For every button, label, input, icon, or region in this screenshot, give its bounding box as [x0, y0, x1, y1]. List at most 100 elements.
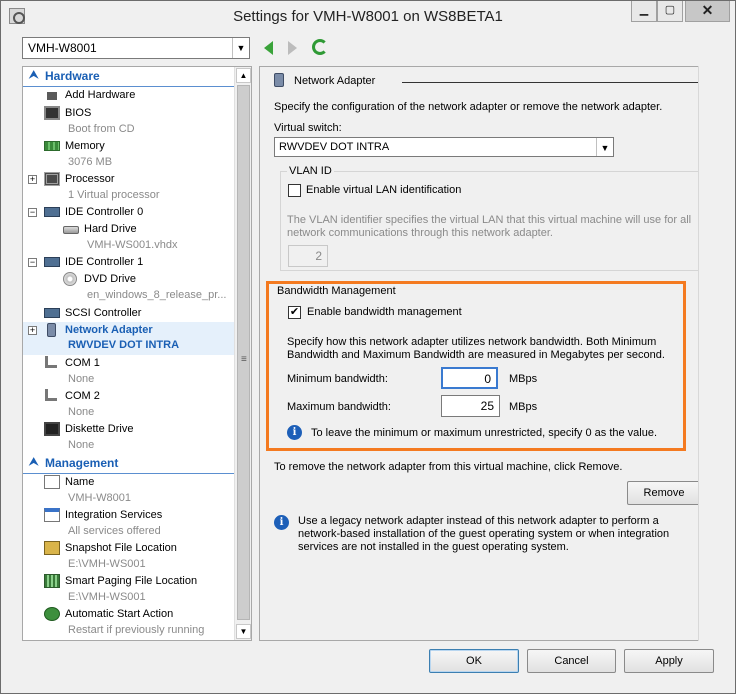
- automatic-start-icon: [44, 607, 60, 621]
- virtual-switch-select[interactable]: RWVDEV DOT INTRA ▼: [274, 137, 614, 157]
- apply-button[interactable]: Apply: [624, 649, 714, 673]
- vlan-help-line-1: The VLAN identifier specifies the virtua…: [287, 214, 692, 226]
- ok-button[interactable]: OK: [429, 649, 519, 673]
- name-icon: [44, 475, 60, 489]
- bandwidth-description-line-2: Bandwidth and Maximum Bandwidth are meas…: [287, 349, 665, 361]
- back-arrow-icon[interactable]: [264, 41, 273, 55]
- tree-item-automatic-start-action[interactable]: Automatic Start Action Restart if previo…: [23, 606, 235, 639]
- remove-instructions: To remove the network adapter from this …: [274, 461, 623, 473]
- settings-tree: ⮝ Hardware Add Hardware BIOS Boot from C…: [22, 66, 252, 641]
- legacy-adapter-line-1: Use a legacy network adapter instead of …: [298, 515, 659, 527]
- ide-controller-icon: [44, 257, 60, 267]
- tree-item-com-2[interactable]: COM 2 None: [23, 388, 235, 421]
- smart-paging-icon: [44, 574, 60, 588]
- bandwidth-group: Bandwidth Management ✔ Enable bandwidth …: [274, 285, 698, 449]
- collapse-icon: ⮝: [29, 456, 39, 468]
- vlan-id-input[interactable]: 2: [288, 245, 328, 267]
- expand-icon[interactable]: +: [28, 326, 37, 335]
- scroll-down-icon[interactable]: ▼: [236, 624, 251, 639]
- ide-controller-icon: [44, 207, 60, 217]
- bios-icon: [44, 106, 60, 120]
- vlan-checkbox-label[interactable]: Enable virtual LAN identification: [306, 184, 461, 196]
- tree-item-hard-drive[interactable]: Hard Drive VMH-WS001.vhdx: [23, 221, 235, 254]
- virtual-switch-value: RWVDEV DOT INTRA: [279, 141, 390, 153]
- legacy-adapter-line-3: services are not installed in the guest …: [298, 541, 569, 553]
- expand-icon[interactable]: +: [28, 175, 37, 184]
- tree-item-ide-controller-0[interactable]: − IDE Controller 0: [23, 204, 235, 221]
- tree-item-network-adapter[interactable]: + Network Adapter RWVDEV DOT INTRA: [23, 322, 235, 355]
- cancel-button[interactable]: Cancel: [527, 649, 616, 673]
- tree-item-bios[interactable]: BIOS Boot from CD: [23, 105, 235, 138]
- dvd-drive-icon: [63, 272, 77, 286]
- vm-selector-value: VMH-W8001: [28, 41, 97, 55]
- tree-item-ide-controller-1[interactable]: − IDE Controller 1: [23, 254, 235, 271]
- forward-arrow-icon[interactable]: [288, 41, 297, 55]
- settings-window: Settings for VMH-W8001 on WS8BETA1 ▁ ▢ ✕…: [0, 0, 736, 694]
- com-port-icon: [45, 389, 57, 401]
- bandwidth-legend: Bandwidth Management: [277, 285, 396, 297]
- vlan-checkbox[interactable]: [288, 184, 301, 197]
- scsi-controller-icon: [44, 308, 60, 318]
- legacy-adapter-line-2: network-based installation of the guest …: [298, 528, 670, 540]
- chevron-down-icon[interactable]: ▼: [596, 138, 613, 156]
- maximize-button[interactable]: ▢: [657, 1, 683, 22]
- vlan-group: VLAN ID Enable virtual LAN identificatio…: [280, 165, 702, 271]
- virtual-switch-label: Virtual switch:: [274, 122, 342, 134]
- automatic-stop-icon: [44, 640, 60, 641]
- tree-item-name[interactable]: Name VMH-W8001: [23, 474, 235, 507]
- refresh-icon[interactable]: [312, 39, 328, 55]
- divider: [402, 82, 706, 83]
- chevron-down-icon[interactable]: ▼: [232, 38, 249, 58]
- tree-item-com-1[interactable]: COM 1 None: [23, 355, 235, 388]
- title-bar: Settings for VMH-W8001 on WS8BETA1 ▁ ▢ ✕: [1, 1, 735, 32]
- collapse-icon[interactable]: −: [28, 258, 37, 267]
- hardware-section-header[interactable]: ⮝ Hardware: [23, 69, 235, 87]
- minimum-bandwidth-input[interactable]: 0: [441, 367, 498, 389]
- tree-item-automatic-stop-action[interactable]: [23, 639, 235, 641]
- tree-item-diskette-drive[interactable]: Diskette Drive None: [23, 421, 235, 454]
- tree-item-integration-services[interactable]: Integration Services All services offere…: [23, 507, 235, 540]
- integration-services-icon: [44, 508, 60, 522]
- com-port-icon: [45, 356, 57, 368]
- network-adapter-icon: [274, 73, 284, 87]
- processor-icon: [44, 172, 60, 186]
- collapse-icon: ⮝: [29, 69, 39, 81]
- snapshot-location-icon: [44, 541, 60, 555]
- tree-item-smart-paging-file-location[interactable]: Smart Paging File Location E:\VMH-WS001: [23, 573, 235, 606]
- scrollbar-thumb[interactable]: ≡: [237, 85, 250, 620]
- minimize-button[interactable]: ▁: [631, 1, 657, 22]
- memory-icon: [44, 141, 60, 151]
- remove-button[interactable]: Remove: [627, 481, 701, 505]
- grip-icon: ≡: [241, 354, 247, 365]
- tree-item-snapshot-file-location[interactable]: Snapshot File Location E:\VMH-WS001: [23, 540, 235, 573]
- bandwidth-description-line-1: Specify how this network adapter utilize…: [287, 336, 657, 348]
- close-button[interactable]: ✕: [685, 1, 730, 22]
- tree-item-scsi-controller[interactable]: SCSI Controller: [23, 305, 235, 322]
- hard-drive-icon: [63, 226, 79, 234]
- vm-selector[interactable]: VMH-W8001 ▼: [22, 37, 250, 59]
- settings-detail-panel: Network Adapter Specify the configuratio…: [259, 66, 715, 641]
- minimum-bandwidth-label: Minimum bandwidth:: [287, 373, 388, 385]
- diskette-drive-icon: [44, 422, 60, 436]
- vlan-legend: VLAN ID: [287, 165, 334, 177]
- panel-description: Specify the configuration of the network…: [274, 101, 663, 113]
- tree-scrollbar[interactable]: ▲ ≡ ▼: [234, 67, 251, 640]
- window-title: Settings for VMH-W8001 on WS8BETA1: [233, 8, 503, 25]
- maximum-bandwidth-input[interactable]: 25: [441, 395, 500, 417]
- info-icon: i: [287, 425, 302, 440]
- management-section-header[interactable]: ⮝ Management: [23, 456, 235, 474]
- panel-scrollbar[interactable]: [698, 66, 715, 641]
- vlan-help-line-2: network communications through this netw…: [287, 227, 553, 239]
- collapse-icon[interactable]: −: [28, 208, 37, 217]
- minimum-bandwidth-unit: MBps: [509, 373, 538, 385]
- tree-item-add-hardware[interactable]: Add Hardware: [23, 87, 235, 104]
- tree-item-dvd-drive[interactable]: DVD Drive en_windows_8_release_pr...: [23, 271, 235, 304]
- tree-item-memory[interactable]: Memory 3076 MB: [23, 138, 235, 171]
- bandwidth-checkbox-label[interactable]: Enable bandwidth management: [307, 306, 462, 318]
- tree-item-processor[interactable]: + Processor 1 Virtual processor: [23, 171, 235, 204]
- bandwidth-info-text: To leave the minimum or maximum unrestri…: [311, 427, 658, 439]
- scroll-up-icon[interactable]: ▲: [236, 68, 251, 83]
- info-icon: i: [274, 515, 289, 530]
- bandwidth-checkbox[interactable]: ✔: [288, 306, 301, 319]
- network-adapter-icon: [47, 323, 56, 337]
